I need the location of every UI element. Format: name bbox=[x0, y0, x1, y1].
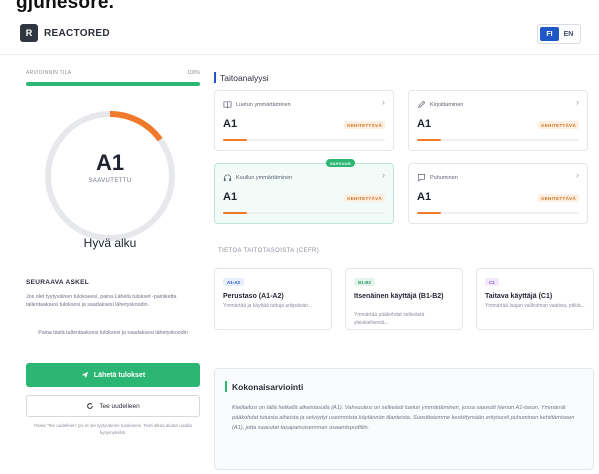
next-step-text: Jos olet tyytyväinen tulokseesi, paina L… bbox=[26, 294, 177, 308]
overall-title: Kokonaisarviointi bbox=[232, 382, 304, 392]
cefr-section-title: TIETOA TAITOTASOISTA (CEFR) bbox=[218, 248, 320, 254]
chevron-right-icon: › bbox=[382, 170, 385, 180]
overall-level-status: SAAVUTETTU bbox=[88, 178, 132, 184]
level-ring: A1 SAAVUTETTU bbox=[42, 108, 178, 244]
skill-badge: KEHITETTÄVÄ bbox=[538, 121, 579, 129]
cefr-name: Itsenäinen käyttäjä (B1-B2) bbox=[354, 293, 444, 300]
skill-level: A1 bbox=[417, 191, 432, 203]
cefr-desc: Ymmärtää pääkohdat selkeästä yleiskielis… bbox=[354, 312, 425, 326]
skill-level: A1 bbox=[223, 191, 238, 203]
result-summary-panel: ARVIOINNIN TILA 100% A1 SAAVUTETTU Hyvä … bbox=[20, 62, 200, 472]
retry-label: Tee uudelleen bbox=[99, 402, 140, 410]
overall-accent bbox=[225, 381, 227, 392]
logo-icon: R bbox=[20, 24, 38, 42]
cefr-name: Perustaso (A1-A2) bbox=[223, 293, 284, 300]
chevron-right-icon: › bbox=[576, 170, 579, 180]
skill-card-writing[interactable]: Kirjoittaminen › A1 KEHITETTÄVÄ bbox=[408, 90, 588, 151]
book-icon bbox=[223, 100, 232, 109]
skill-progress bbox=[223, 212, 385, 214]
skill-badge: KEHITETTÄVÄ bbox=[344, 121, 385, 129]
skill-name: Kirjoittaminen bbox=[430, 101, 464, 108]
skill-progress-fill bbox=[417, 139, 442, 141]
next-step-title: SEURAAVA ASKEL bbox=[26, 279, 90, 286]
overall-text: Kielitaitosi on tällä hetkellä alkeistas… bbox=[232, 405, 575, 431]
language-toggle: FI EN bbox=[537, 24, 581, 44]
skills-section-title: Taitoanalyysi bbox=[220, 73, 269, 83]
cefr-desc: Ymmärtää laajan valikoiman vaativia, pit… bbox=[485, 303, 585, 309]
skill-card-reading[interactable]: Luetun ymmärtäminen › A1 KEHITETTÄVÄ bbox=[214, 90, 394, 151]
header-divider bbox=[0, 54, 599, 55]
skill-progress bbox=[417, 212, 579, 214]
progress-bar bbox=[26, 82, 200, 86]
cefr-desc: Ymmärtää ja käyttää tuttuja arkipäivän..… bbox=[223, 303, 313, 309]
skill-level: A1 bbox=[223, 118, 238, 130]
top-bar: R REACTORED FI EN bbox=[0, 18, 599, 52]
progress-label: ARVIOINNIN TILA bbox=[26, 70, 72, 76]
cropped-heading: gjuhësorë. bbox=[16, 0, 115, 13]
strength-badge: VAHVUUS bbox=[325, 159, 355, 167]
skill-name: Kuullun ymmärtäminen bbox=[236, 174, 293, 181]
cefr-tag: C1 bbox=[485, 278, 499, 286]
skill-name: Luetun ymmärtäminen bbox=[236, 101, 291, 108]
skill-progress-fill bbox=[223, 139, 248, 141]
level-ring-graphic bbox=[45, 111, 175, 241]
cefr-card-independent[interactable]: B1-B2 Itsenäinen käyttäjä (B1-B2) Ymmärt… bbox=[345, 268, 463, 330]
skill-badge: KEHITETTÄVÄ bbox=[538, 194, 579, 202]
send-results-label: Lähetä tulokset bbox=[93, 371, 146, 379]
headphones-icon bbox=[223, 173, 232, 182]
retry-footnote: Paina 'Tee uudelleen' jos et ole tyytyvä… bbox=[34, 423, 192, 435]
chat-icon bbox=[417, 173, 426, 182]
skill-level: A1 bbox=[417, 118, 432, 130]
section-accent bbox=[214, 72, 216, 83]
retry-button[interactable]: Tee uudelleen bbox=[26, 395, 200, 417]
send-results-button[interactable]: Lähetä tulokset bbox=[26, 363, 200, 387]
cefr-card-basic[interactable]: A1-A2 Perustaso (A1-A2) Ymmärtää ja käyt… bbox=[214, 268, 332, 330]
feedback-heading: Hyvä alku bbox=[83, 236, 137, 250]
progress-bar-fill bbox=[26, 82, 200, 86]
chevron-right-icon: › bbox=[576, 97, 579, 107]
language-fi-button[interactable]: FI bbox=[540, 27, 559, 41]
language-en-button[interactable]: EN bbox=[559, 27, 578, 41]
save-note: Paina tästä tallentaaksesi tuloksesi ja … bbox=[38, 330, 188, 336]
cefr-tag: B1-B2 bbox=[354, 278, 376, 286]
progress-percent: 100% bbox=[187, 70, 200, 76]
skill-name: Puhuminen bbox=[430, 174, 458, 181]
skill-progress-fill bbox=[417, 212, 442, 214]
chevron-right-icon: › bbox=[382, 97, 385, 107]
pencil-icon bbox=[417, 100, 426, 109]
cefr-name: Taitava käyttäjä (C1) bbox=[485, 293, 553, 300]
skill-progress bbox=[417, 139, 579, 141]
refresh-icon bbox=[87, 402, 94, 409]
skill-progress bbox=[223, 139, 385, 141]
skill-card-listening[interactable]: VAHVUUS Kuullun ymmärtäminen › A1 KEHITE… bbox=[214, 159, 394, 224]
cefr-card-proficient[interactable]: C1 Taitava käyttäjä (C1) Ymmärtää laajan… bbox=[476, 268, 594, 330]
brand-name: REACTORED bbox=[44, 28, 110, 39]
skill-progress-fill bbox=[223, 212, 248, 214]
cefr-tag: A1-A2 bbox=[223, 278, 245, 286]
skill-badge: KEHITETTÄVÄ bbox=[344, 194, 385, 202]
skill-card-speaking[interactable]: Puhuminen › A1 KEHITETTÄVÄ bbox=[408, 163, 588, 224]
overall-assessment-card: Kokonaisarviointi Kielitaitosi on tällä … bbox=[214, 368, 594, 470]
skill-analysis-panel: Taitoanalyysi Luetun ymmärtäminen › A1 K… bbox=[214, 62, 594, 472]
send-icon bbox=[81, 371, 89, 379]
overall-level: A1 bbox=[95, 150, 125, 175]
